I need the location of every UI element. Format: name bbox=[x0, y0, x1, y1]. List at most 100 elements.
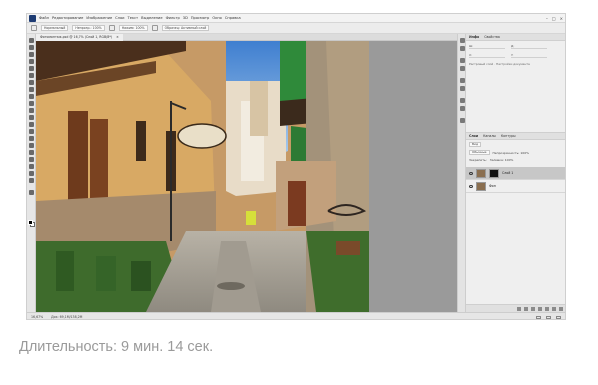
pen-tool-icon[interactable] bbox=[29, 136, 34, 141]
properties-panel: Инфо Свойства Ш: Д: X: Y: Растровый слой… bbox=[466, 34, 565, 132]
canvas-area[interactable] bbox=[36, 41, 457, 312]
document-size: Док: 69,1M/138,2M bbox=[51, 315, 83, 319]
add-mask-icon[interactable] bbox=[531, 306, 535, 311]
brush-tool-icon[interactable] bbox=[29, 87, 34, 92]
panel-icon-strip bbox=[457, 34, 466, 312]
menu-3d[interactable]: 3D bbox=[183, 16, 188, 20]
tab-properties[interactable]: Свойства bbox=[484, 35, 500, 39]
status-toggle-icon[interactable] bbox=[546, 315, 551, 319]
tab-info[interactable]: Инфо bbox=[469, 35, 479, 39]
menu-filter[interactable]: Фильтр bbox=[166, 16, 180, 20]
pressure-icon[interactable] bbox=[108, 25, 115, 31]
adjustment-layer-icon[interactable] bbox=[538, 306, 542, 311]
marquee-tool-icon[interactable] bbox=[29, 45, 34, 50]
layers-panel-footer bbox=[466, 304, 565, 312]
y-field[interactable]: Y: bbox=[511, 53, 547, 58]
blur-tool-icon[interactable] bbox=[29, 122, 34, 127]
eyedropper-tool-icon[interactable] bbox=[29, 73, 34, 78]
crop-tool-icon[interactable] bbox=[29, 66, 34, 71]
menu-edit[interactable]: Редактирование bbox=[52, 16, 83, 20]
layer-fill-field[interactable]: Заливка: 100% bbox=[490, 158, 514, 162]
video-duration-caption: Длительность: 9 мин. 14 сек. bbox=[19, 339, 214, 355]
height-field[interactable]: Д: bbox=[511, 44, 547, 49]
x-field[interactable]: X: bbox=[469, 53, 505, 58]
layer-name: Слой 1 bbox=[502, 171, 514, 175]
layer-style-icon[interactable] bbox=[524, 306, 528, 311]
close-tab-icon[interactable]: × bbox=[116, 35, 119, 39]
edit-toolbar-icon[interactable] bbox=[29, 190, 34, 195]
opacity-field[interactable]: Непрозр.: 100% bbox=[72, 25, 105, 31]
menu-help[interactable]: Справка bbox=[225, 16, 241, 20]
group-icon[interactable] bbox=[545, 306, 549, 311]
type-tool-icon[interactable] bbox=[29, 143, 34, 148]
history-brush-tool-icon[interactable] bbox=[29, 101, 34, 106]
move-tool-icon[interactable] bbox=[29, 38, 34, 43]
lock-label: Закрепить: bbox=[469, 158, 487, 162]
tab-layers[interactable]: Слои bbox=[469, 134, 478, 138]
street-photo bbox=[36, 41, 369, 312]
trash-icon[interactable] bbox=[559, 306, 563, 311]
foreground-color-swatch[interactable] bbox=[28, 220, 33, 225]
swatches-panel-icon[interactable] bbox=[460, 98, 465, 103]
document-tab-title: Фотомонтаж.psd @ 16,7% (Слой 1, RGB/8*) bbox=[40, 35, 113, 39]
new-layer-icon[interactable] bbox=[552, 306, 556, 311]
tools-panel bbox=[27, 34, 36, 312]
menu-type[interactable]: Текст bbox=[128, 16, 139, 20]
layer-row[interactable]: Фон bbox=[466, 180, 565, 193]
layer-row[interactable]: Слой 1 bbox=[466, 167, 565, 180]
healing-tool-icon[interactable] bbox=[29, 80, 34, 85]
history-panel-icon[interactable] bbox=[460, 38, 465, 43]
menu-select[interactable]: Выделение bbox=[141, 16, 162, 20]
menu-window[interactable]: Окно bbox=[212, 16, 222, 20]
actions-panel-icon[interactable] bbox=[460, 46, 465, 51]
zoom-tool-icon[interactable] bbox=[29, 171, 34, 176]
menu-file[interactable]: Файл bbox=[39, 16, 49, 20]
brush-preset-icon[interactable] bbox=[31, 25, 37, 31]
clone-stamp-tool-icon[interactable] bbox=[29, 94, 34, 99]
status-toggle-icon[interactable] bbox=[556, 315, 561, 319]
eraser-tool-icon[interactable] bbox=[29, 108, 34, 113]
sample-select[interactable]: Образец: Активный слой bbox=[161, 25, 210, 31]
shape-tool-icon[interactable] bbox=[29, 157, 34, 162]
document-tab[interactable]: Фотомонтаж.psd @ 16,7% (Слой 1, RGB/8*) × bbox=[36, 34, 123, 41]
quick-select-tool-icon[interactable] bbox=[29, 59, 34, 64]
blend-mode-select[interactable]: Обычные bbox=[469, 150, 490, 155]
visibility-eye-icon[interactable] bbox=[469, 171, 473, 175]
color-panel-icon[interactable] bbox=[460, 106, 465, 111]
gradient-tool-icon[interactable] bbox=[29, 115, 34, 120]
menu-image[interactable]: Изображение bbox=[86, 16, 112, 20]
brush-settings-panel-icon[interactable] bbox=[460, 78, 465, 83]
hand-tool-icon[interactable] bbox=[29, 164, 34, 169]
layer-filter-select[interactable]: Вид bbox=[469, 142, 482, 147]
menu-view[interactable]: Просмотр bbox=[191, 16, 209, 20]
character-panel-icon[interactable] bbox=[460, 58, 465, 63]
more-tools-icon[interactable] bbox=[29, 178, 34, 183]
zoom-level[interactable]: 16,67% bbox=[31, 315, 43, 319]
flow-field[interactable]: Нажим: 100% bbox=[118, 25, 148, 31]
tab-channels[interactable]: Каналы bbox=[483, 134, 496, 138]
airbrush-icon[interactable] bbox=[151, 25, 158, 31]
tab-paths[interactable]: Контуры bbox=[501, 134, 516, 138]
brushes-panel-icon[interactable] bbox=[460, 86, 465, 91]
layer-opacity-field[interactable]: Непрозрачность: 100% bbox=[493, 151, 529, 155]
status-bar: 16,67% Док: 69,1M/138,2M bbox=[27, 312, 565, 319]
adjustments-panel-icon[interactable] bbox=[460, 118, 465, 123]
maximize-icon[interactable]: □ bbox=[552, 16, 556, 21]
visibility-eye-icon[interactable] bbox=[469, 184, 473, 188]
path-select-tool-icon[interactable] bbox=[29, 150, 34, 155]
menu-layers[interactable]: Слои bbox=[115, 16, 124, 20]
status-toggle-icon[interactable] bbox=[536, 315, 541, 319]
photoshop-logo-icon[interactable] bbox=[29, 14, 36, 22]
close-icon[interactable]: × bbox=[560, 16, 563, 21]
street-photo-image bbox=[36, 41, 369, 312]
link-layers-icon[interactable] bbox=[517, 306, 521, 311]
paragraph-panel-icon[interactable] bbox=[460, 66, 465, 71]
layer-name: Фон bbox=[489, 184, 496, 188]
mode-select[interactable]: Нормальный bbox=[41, 25, 69, 31]
lasso-tool-icon[interactable] bbox=[29, 52, 34, 57]
dodge-tool-icon[interactable] bbox=[29, 129, 34, 134]
layer-mask-thumbnail[interactable] bbox=[489, 168, 499, 178]
options-bar: Нормальный Непрозр.: 100% Нажим: 100% Об… bbox=[27, 23, 565, 34]
minimize-icon[interactable]: – bbox=[546, 16, 548, 21]
width-field[interactable]: Ш: bbox=[469, 44, 505, 49]
